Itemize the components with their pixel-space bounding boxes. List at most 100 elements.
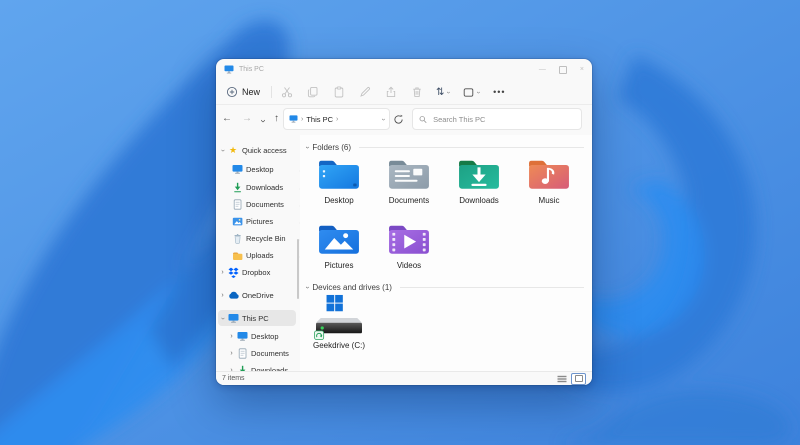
plus-circle-icon bbox=[226, 86, 238, 98]
item-count: 7 items bbox=[222, 375, 245, 382]
command-toolbar: New ⇅ › › ••• bbox=[216, 80, 592, 105]
forward-button[interactable]: → bbox=[242, 112, 252, 126]
section-header-label: Devices and drives (1) bbox=[312, 283, 392, 292]
chevron-down-icon: › bbox=[474, 90, 482, 94]
downloads-folder-icon bbox=[459, 160, 499, 189]
drive-tile-geekdrive-c[interactable]: Geekdrive (C:) bbox=[306, 294, 372, 350]
sidebar-item-this-pc-desktop[interactable]: › Desktop bbox=[218, 328, 305, 344]
new-button-label: New bbox=[242, 87, 261, 97]
tile-label: Music bbox=[538, 196, 560, 205]
copy-icon[interactable] bbox=[307, 86, 319, 98]
tile-label: Desktop bbox=[324, 196, 354, 205]
address-dropdown-chevron-icon[interactable]: › bbox=[379, 118, 386, 120]
sidebar-item-uploads[interactable]: Uploads bbox=[218, 247, 309, 263]
new-button[interactable]: New bbox=[226, 86, 260, 98]
sync-status-badge bbox=[314, 330, 325, 340]
sidebar-item-dropbox[interactable]: › Dropbox bbox=[218, 264, 296, 280]
chevron-collapsed-icon[interactable]: › bbox=[218, 269, 227, 276]
monitor-icon bbox=[231, 164, 243, 174]
chevron-collapsed-icon[interactable]: › bbox=[227, 333, 236, 340]
sidebar-item-documents[interactable]: Documents bbox=[218, 196, 309, 212]
cut-icon[interactable] bbox=[281, 86, 293, 98]
recent-locations-chevron-icon[interactable]: › bbox=[256, 119, 270, 122]
sidebar-item-onedrive[interactable]: › OneDrive bbox=[218, 287, 296, 303]
view-button[interactable]: › bbox=[463, 87, 482, 98]
chevron-expanded-icon: › bbox=[303, 286, 311, 289]
sidebar-item-label: Documents bbox=[246, 199, 284, 209]
up-button[interactable]: ↑ bbox=[274, 112, 279, 126]
close-button[interactable]: × bbox=[580, 66, 584, 73]
sidebar-item-downloads[interactable]: Downloads bbox=[218, 179, 309, 195]
folder-tile-downloads[interactable]: Downloads bbox=[446, 155, 512, 205]
sidebar-item-quick-access[interactable]: › ★ Quick access bbox=[218, 142, 296, 158]
music-folder-icon bbox=[529, 160, 569, 189]
documents-folder-icon bbox=[389, 160, 429, 189]
rename-icon[interactable] bbox=[359, 86, 371, 98]
chevron-expanded-icon[interactable]: › bbox=[219, 314, 226, 323]
folder-tile-desktop[interactable]: Desktop bbox=[306, 155, 372, 205]
details-view-icon[interactable] bbox=[557, 375, 567, 383]
sidebar-item-recycle-bin[interactable]: Recycle Bin bbox=[218, 230, 309, 246]
titlebar[interactable]: This PC — × bbox=[216, 59, 592, 80]
sort-icon: ⇅ bbox=[436, 86, 445, 98]
sidebar-item-label: Pictures bbox=[246, 216, 274, 226]
hard-drive-icon bbox=[314, 294, 362, 340]
navigation-sidebar: › ★ Quick access Desktop Downloads Docum… bbox=[216, 135, 306, 372]
breadcrumb[interactable]: › This PC › › bbox=[283, 108, 390, 130]
sidebar-item-this-pc[interactable]: › This PC bbox=[218, 310, 296, 326]
sidebar-item-this-pc-documents[interactable]: › Documents bbox=[218, 345, 305, 361]
folder-tile-pictures[interactable]: Pictures bbox=[306, 220, 372, 270]
sidebar-scrollbar[interactable] bbox=[297, 239, 299, 299]
this-pc-monitor-icon bbox=[224, 65, 234, 74]
download-arrow-icon bbox=[231, 182, 243, 193]
maximize-button[interactable] bbox=[558, 65, 567, 74]
sidebar-item-label: Desktop bbox=[251, 331, 279, 341]
monitor-icon bbox=[236, 331, 248, 341]
chevron-down-icon: › bbox=[445, 90, 453, 94]
sidebar-item-label: Recycle Bin bbox=[246, 233, 286, 243]
recycle-bin-icon bbox=[231, 233, 243, 244]
refresh-button[interactable] bbox=[393, 112, 404, 130]
sidebar-item-label: Documents bbox=[251, 348, 289, 358]
sort-button[interactable]: ⇅ › bbox=[436, 86, 453, 98]
sidebar-item-desktop[interactable]: Desktop bbox=[218, 161, 309, 177]
tile-label: Documents bbox=[388, 196, 430, 205]
videos-folder-icon bbox=[389, 225, 429, 254]
paste-icon[interactable] bbox=[333, 86, 345, 98]
sidebar-item-label: OneDrive bbox=[242, 290, 274, 300]
tile-label: Pictures bbox=[324, 261, 354, 270]
sidebar-item-label: Downloads bbox=[246, 182, 284, 192]
tile-label: Downloads bbox=[459, 196, 499, 205]
section-header-devices[interactable]: › Devices and drives (1) bbox=[303, 283, 584, 292]
window-body: › ★ Quick access Desktop Downloads Docum… bbox=[216, 135, 592, 372]
folder-tile-videos[interactable]: Videos bbox=[376, 220, 442, 270]
section-divider bbox=[359, 147, 584, 148]
picture-icon bbox=[231, 216, 243, 227]
desktop-folder-icon bbox=[319, 160, 359, 189]
address-row: ← → › ↑ › This PC › › bbox=[216, 104, 592, 135]
section-header-folders[interactable]: › Folders (6) bbox=[303, 143, 584, 152]
tile-label: Geekdrive (C:) bbox=[312, 341, 365, 350]
section-divider bbox=[399, 287, 584, 288]
chevron-collapsed-icon[interactable]: › bbox=[218, 292, 227, 299]
large-icons-view-icon[interactable] bbox=[571, 372, 586, 385]
search-input[interactable] bbox=[431, 113, 575, 125]
star-icon: ★ bbox=[228, 144, 238, 155]
breadcrumb-separator[interactable]: › bbox=[336, 116, 338, 123]
minimize-button[interactable]: — bbox=[539, 66, 546, 73]
chevron-expanded-icon: › bbox=[303, 146, 311, 149]
section-header-label: Folders (6) bbox=[312, 143, 352, 152]
breadcrumb-separator: › bbox=[301, 115, 304, 123]
breadcrumb-root[interactable]: This PC bbox=[306, 115, 333, 124]
pictures-folder-icon bbox=[319, 225, 359, 254]
folder-tile-music[interactable]: Music bbox=[516, 155, 582, 205]
share-icon[interactable] bbox=[385, 86, 397, 98]
more-options-button[interactable]: ••• bbox=[493, 87, 505, 97]
delete-icon[interactable] bbox=[411, 86, 423, 98]
chevron-collapsed-icon[interactable]: › bbox=[227, 350, 236, 357]
sidebar-item-label: Uploads bbox=[246, 250, 274, 260]
back-button[interactable]: ← bbox=[222, 112, 232, 126]
chevron-expanded-icon[interactable]: › bbox=[219, 146, 226, 155]
folder-tile-documents[interactable]: Documents bbox=[376, 155, 442, 205]
sidebar-item-pictures[interactable]: Pictures bbox=[218, 213, 309, 229]
